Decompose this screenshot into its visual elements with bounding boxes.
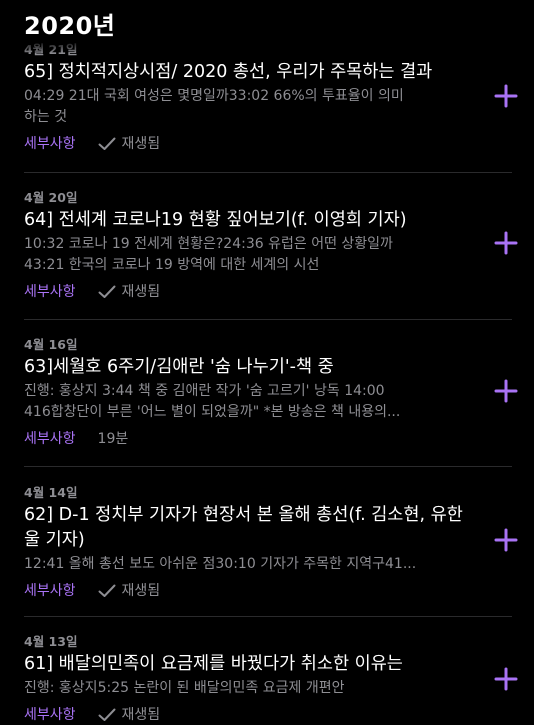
episode-description: 04:29 21대 국회 여성은 몇명일까33:02 66%의 투표율이 의미 … bbox=[24, 88, 404, 125]
details-link[interactable]: 세부사항 bbox=[24, 581, 76, 601]
episode-title[interactable]: 65] 정치적지상시점/ 2020 총선, 우리가 주목하는 결과 bbox=[24, 60, 464, 85]
episode-date: 4월 20일 bbox=[24, 190, 78, 205]
plus-icon bbox=[494, 528, 518, 556]
add-to-queue-button[interactable] bbox=[492, 528, 520, 556]
episode-date: 4월 16일 bbox=[24, 337, 78, 352]
add-to-queue-button[interactable] bbox=[492, 84, 520, 112]
episode-meta: 세부사항 재생됨 bbox=[24, 581, 512, 601]
checkmark-icon bbox=[98, 584, 116, 598]
status-label: 재생됨 bbox=[121, 284, 161, 300]
episode-title[interactable]: 64] 전세계 코로나19 현황 짚어보기(f. 이영희 기자) bbox=[24, 208, 464, 233]
divider bbox=[24, 616, 512, 617]
duration-label: 19분 bbox=[97, 431, 129, 447]
episode-description: 진행: 홍상지5:25 논란이 된 배달의민족 요금제 개편안 bbox=[24, 680, 345, 696]
episode-item[interactable]: 4월 16일 63]세월호 6주기/김애란 '숨 나누기'-책 중 진행: 홍상… bbox=[24, 337, 518, 449]
details-link[interactable]: 세부사항 bbox=[24, 282, 76, 302]
scroll-fade bbox=[0, 40, 534, 54]
details-link[interactable]: 세부사항 bbox=[24, 429, 76, 449]
episode-title[interactable]: 62] D-1 정치부 기자가 현장서 본 올해 총선(f. 김소현, 유한울 … bbox=[24, 503, 464, 553]
episode-title[interactable]: 63]세월호 6주기/김애란 '숨 나누기'-책 중 bbox=[24, 355, 464, 380]
details-link[interactable]: 세부사항 bbox=[24, 134, 76, 154]
checkmark-icon bbox=[98, 137, 116, 151]
status-label: 재생됨 bbox=[121, 583, 161, 599]
episode-item[interactable]: 4월 20일 64] 전세계 코로나19 현황 짚어보기(f. 이영희 기자) … bbox=[24, 190, 518, 302]
add-to-queue-button[interactable] bbox=[492, 231, 520, 259]
episode-item[interactable]: 4월 14일 62] D-1 정치부 기자가 현장서 본 올해 총선(f. 김소… bbox=[24, 485, 518, 601]
divider bbox=[24, 466, 512, 467]
details-link[interactable]: 세부사항 bbox=[24, 705, 76, 725]
played-status: 재생됨 bbox=[98, 282, 161, 302]
played-status: 재생됨 bbox=[98, 134, 161, 154]
episode-item[interactable]: 4월 21일 65] 정치적지상시점/ 2020 총선, 우리가 주목하는 결과… bbox=[24, 42, 518, 154]
add-to-queue-button[interactable] bbox=[492, 667, 520, 695]
episode-date: 4월 14일 bbox=[24, 485, 78, 500]
episode-title[interactable]: 61] 배달의민족이 요금제를 바꿨다가 취소한 이유는 bbox=[24, 652, 464, 677]
episode-meta: 세부사항 19분 bbox=[24, 429, 512, 449]
plus-icon bbox=[494, 379, 518, 407]
episode-date: 4월 13일 bbox=[24, 634, 78, 649]
played-status: 재생됨 bbox=[98, 705, 161, 725]
episode-description: 10:32 코로나 19 전세계 현황은?24:36 유럽은 어떤 상황일까 4… bbox=[24, 236, 393, 273]
status-label: 재생됨 bbox=[121, 136, 161, 152]
played-status: 재생됨 bbox=[98, 581, 161, 601]
episode-description: 진행: 홍상지 3:44 책 중 김애란 작가 '숨 고르기' 낭독 14:00… bbox=[24, 383, 401, 420]
episode-meta: 세부사항 재생됨 bbox=[24, 134, 512, 154]
episode-meta: 세부사항 재생됨 bbox=[24, 705, 512, 725]
plus-icon bbox=[494, 231, 518, 259]
add-to-queue-button[interactable] bbox=[492, 379, 520, 407]
episode-meta: 세부사항 재생됨 bbox=[24, 282, 512, 302]
episode-description: 12:41 올해 총선 보도 아쉬운 점30:10 기자가 주목한 지역구41.… bbox=[24, 556, 417, 572]
divider bbox=[24, 172, 512, 173]
plus-icon bbox=[494, 84, 518, 112]
checkmark-icon bbox=[98, 708, 116, 722]
divider bbox=[24, 319, 512, 320]
section-title: 2020년 bbox=[24, 12, 116, 40]
episode-item[interactable]: 4월 13일 61] 배달의민족이 요금제를 바꿨다가 취소한 이유는 진행: … bbox=[24, 634, 518, 725]
checkmark-icon bbox=[98, 285, 116, 299]
plus-icon bbox=[494, 667, 518, 695]
status-label: 재생됨 bbox=[121, 707, 161, 723]
